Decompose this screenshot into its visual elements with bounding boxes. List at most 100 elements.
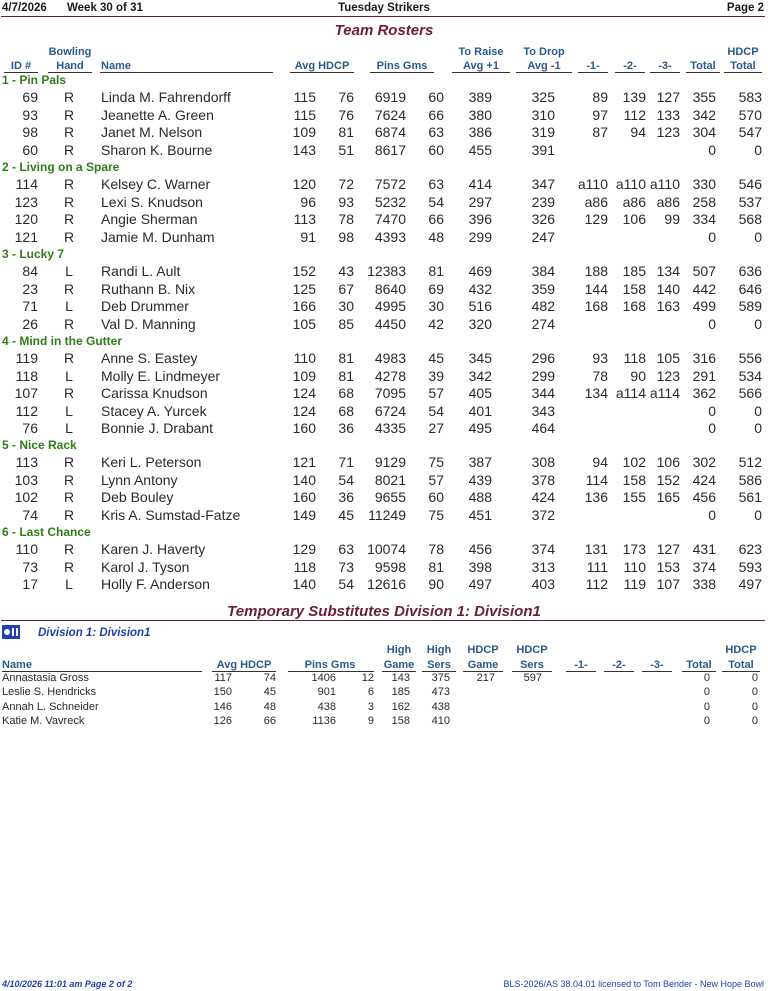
cell-drop: 239 [531, 193, 555, 210]
col-game1: -1- [586, 60, 600, 72]
cell-gms: 42 [428, 315, 444, 332]
cell-hdcp: 30 [338, 298, 354, 315]
cell-g3: a114 [649, 385, 680, 402]
cell-g3: 105 [656, 350, 680, 366]
cell-g3: a86 [656, 193, 680, 210]
cell-hdcptotal: 646 [738, 280, 762, 297]
sub-cell-pins: 438 [317, 700, 336, 713]
sub-cell-hdcp-sers: 597 [523, 672, 542, 684]
cell-pins: 6874 [374, 124, 406, 141]
cell-hand: R [63, 141, 75, 158]
cell-avg: 166 [292, 298, 316, 315]
cell-g3: 163 [656, 298, 680, 315]
col-drop-line2: Avg -1 [527, 60, 561, 72]
sub-cell-total: 0 [703, 714, 710, 727]
cell-name: Bonnie J. Drabant [101, 420, 214, 437]
cell-hand: R [63, 315, 75, 332]
cell-g1: 111 [586, 558, 608, 575]
bowler-row: 112 L Stacey A. Yurcek 124 68 6724 54 401 343 0 0 [0, 403, 768, 421]
cell-hdcptotal: 534 [738, 367, 762, 384]
cell-avg: 105 [292, 315, 316, 332]
cell-hdcptotal: 636 [738, 263, 762, 279]
col-hand-line1: Bowling [48, 46, 92, 58]
cell-id: 107 [14, 385, 38, 402]
sub-cell-gms: 3 [367, 700, 374, 713]
cell-gms: 75 [428, 454, 444, 470]
cell-gms: 54 [428, 402, 444, 419]
cell-g2: 139 [622, 89, 646, 105]
cell-drop: 310 [531, 106, 555, 123]
cell-name: Holly F. Anderson [101, 576, 210, 593]
cell-hdcptotal: 0 [754, 506, 762, 523]
cell-hand: R [63, 124, 75, 141]
cell-avg: 124 [292, 402, 316, 419]
bowler-row: 71 L Deb Drummer 166 30 4995 30 516 482 168 168 163… [0, 298, 768, 316]
sub-cell-high-game: 185 [391, 686, 410, 699]
cell-gms: 45 [428, 350, 444, 366]
col-id: ID # [10, 60, 32, 72]
cell-g1: 136 [584, 489, 608, 506]
bowler-row: 120 R Angie Sherman 113 78 7470 66 396 326 129 106… [0, 211, 768, 229]
cell-drop: 347 [531, 176, 555, 192]
cell-pins: 12616 [367, 576, 406, 593]
cell-hand: R [63, 385, 75, 402]
cell-pins: 10074 [367, 541, 406, 557]
cell-drop: 308 [531, 454, 555, 470]
cell-id: 23 [22, 280, 38, 297]
cell-total: 0 [708, 228, 716, 245]
cell-hdcptotal: 623 [738, 541, 762, 557]
cell-pins: 4983 [374, 350, 406, 366]
cell-pins: 8617 [374, 141, 406, 158]
cell-raise: 386 [468, 124, 492, 141]
cell-name: Janet M. Nelson [101, 124, 203, 141]
cell-hand: R [63, 506, 75, 523]
cell-pins: 8021 [374, 471, 406, 488]
cell-total: 0 [708, 315, 716, 332]
sub-col-total: Total [686, 659, 712, 671]
cell-hand: R [63, 106, 75, 123]
sub-col-hdcp-game-2: Game [467, 659, 499, 671]
cell-g2: a110 [615, 176, 646, 192]
cell-gms: 75 [428, 506, 444, 523]
cell-pins: 6724 [374, 402, 406, 419]
cell-hdcptotal: 0 [754, 228, 762, 245]
cell-avg: 109 [292, 367, 316, 384]
cell-raise: 297 [468, 193, 492, 210]
cell-drop: 343 [531, 402, 555, 419]
sub-col-high-sers-2: Sers [427, 659, 451, 671]
sub-col-game1: -1- [574, 659, 588, 671]
cell-name: Angie Sherman [101, 211, 198, 228]
cell-name: Anne S. Eastey [101, 350, 198, 366]
cell-avg: 115 [293, 89, 316, 105]
cell-total: 442 [692, 280, 716, 297]
bowler-row: 118 L Molly E. Lindmeyer 109 81 4278 39 342 299 7… [0, 368, 768, 386]
cell-id: 121 [14, 228, 38, 245]
cell-hand: R [63, 228, 75, 245]
cell-pins: 12383 [367, 263, 406, 279]
cell-g3: 123 [656, 124, 680, 141]
cell-hdcp: 71 [338, 454, 354, 470]
cell-name: Keri L. Peterson [101, 454, 202, 470]
league-name: Tuesday Strikers [338, 2, 430, 14]
cell-pins: 6919 [374, 89, 406, 105]
cell-total: 374 [692, 558, 716, 575]
cell-hdcp: 72 [338, 176, 354, 192]
cell-name: Lexi S. Knudson [101, 193, 203, 210]
sub-cell-hdcp-total: 0 [751, 700, 758, 713]
cell-avg: 113 [293, 211, 316, 228]
cell-drop: 247 [531, 228, 555, 245]
substitute-row: Katie M. Vavreck 126 66 1136 9 158 410 0 0 [0, 715, 768, 729]
rosters-title: Team Rosters [334, 22, 434, 39]
cell-g3: 153 [656, 558, 680, 575]
cell-hdcptotal: 583 [738, 89, 762, 105]
bowler-row: 123 R Lexi S. Knudson 96 93 5232 54 297 239 a86 a8… [0, 194, 768, 212]
team-heading: 2 - Living on a Spare [2, 160, 120, 174]
cell-hand: R [63, 454, 75, 470]
cell-g1: 78 [592, 367, 608, 384]
cell-g2: 106 [622, 211, 646, 228]
cell-id: 102 [14, 489, 38, 506]
sub-cell-name: Katie M. Vavreck [2, 714, 85, 727]
cell-id: 84 [22, 263, 38, 279]
subs-rule [1, 620, 765, 621]
bowler-row: 74 R Kris A. Sumstad-Fatze 149 45 11249 75 451 3… [0, 507, 768, 525]
